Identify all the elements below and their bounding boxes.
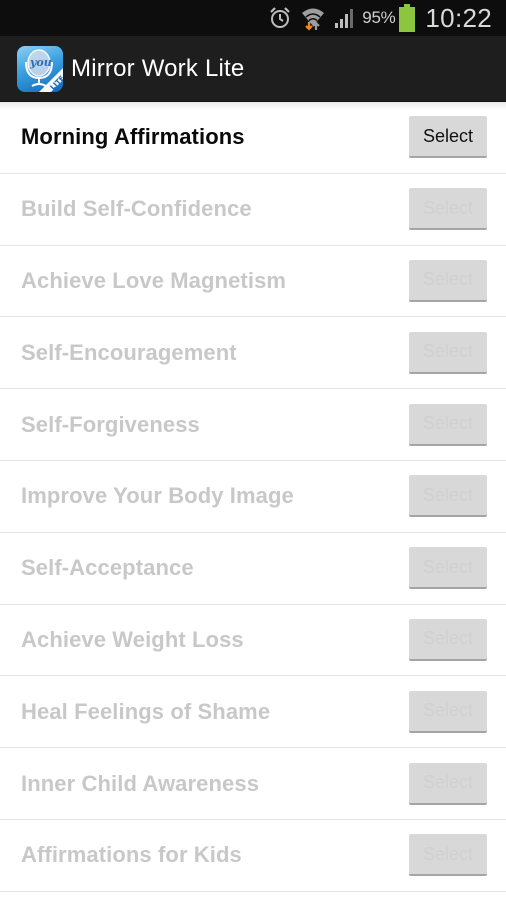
select-button: Select [409,188,487,231]
affirmation-label: Inner Child Awareness [21,770,260,796]
signal-icon [334,7,356,29]
select-button[interactable]: Select [409,116,487,159]
affirmation-label: Build Self-Confidence [21,196,252,222]
list-item: Self-Encouragement Select [0,317,506,390]
affirmation-label: Self-Forgiveness [21,411,200,437]
affirmations-list: Morning Affirmations Select Build Self-C… [0,102,506,892]
select-button: Select [409,259,487,302]
select-button: Select [409,475,487,518]
affirmation-label: Affirmations for Kids [21,842,242,868]
action-bar-shadow [0,102,506,110]
list-item: Morning Affirmations Select [0,102,506,174]
affirmation-label: Morning Affirmations [21,124,245,150]
app-title: Mirror Work Lite [71,54,245,82]
affirmation-label: Achieve Weight Loss [21,626,244,652]
list-item: Build Self-Confidence Select [0,174,506,246]
select-button: Select [409,690,487,733]
list-item: Heal Feelings of Shame Select [0,676,506,749]
battery-percent: 95% [362,8,396,27]
affirmation-label: Self-Acceptance [21,555,194,581]
battery-icon [399,4,416,32]
list-item: Inner Child Awareness Select [0,748,506,820]
select-button: Select [409,762,487,805]
affirmation-label: Self-Encouragement [21,339,237,365]
select-button: Select [409,331,487,374]
select-button: Select [409,403,487,446]
list-item: Improve Your Body Image Select [0,461,506,533]
affirmation-label: Improve Your Body Image [21,483,294,509]
list-item: Self-Acceptance Select [0,533,506,605]
list-item: Self-Forgiveness Select [0,389,506,461]
select-button: Select [409,834,487,877]
action-bar: you LITE Mirror Work Lite [0,36,506,102]
select-button: Select [409,618,487,661]
select-button: Select [409,547,487,590]
app-logo-text: you [29,56,52,69]
affirmation-label: Heal Feelings of Shame [21,698,271,724]
app-logo-icon[interactable]: you LITE [17,45,63,92]
list-item: Achieve Love Magnetism Select [0,246,506,318]
alarm-icon [268,6,292,30]
list-item: Achieve Weight Loss Select [0,605,506,677]
affirmation-label: Achieve Love Magnetism [21,267,287,293]
list-item: Affirmations for Kids Select [0,820,506,892]
status-bar: 95% 10:22 [0,0,506,36]
wifi-icon [300,5,326,31]
clock: 10:22 [425,2,492,33]
